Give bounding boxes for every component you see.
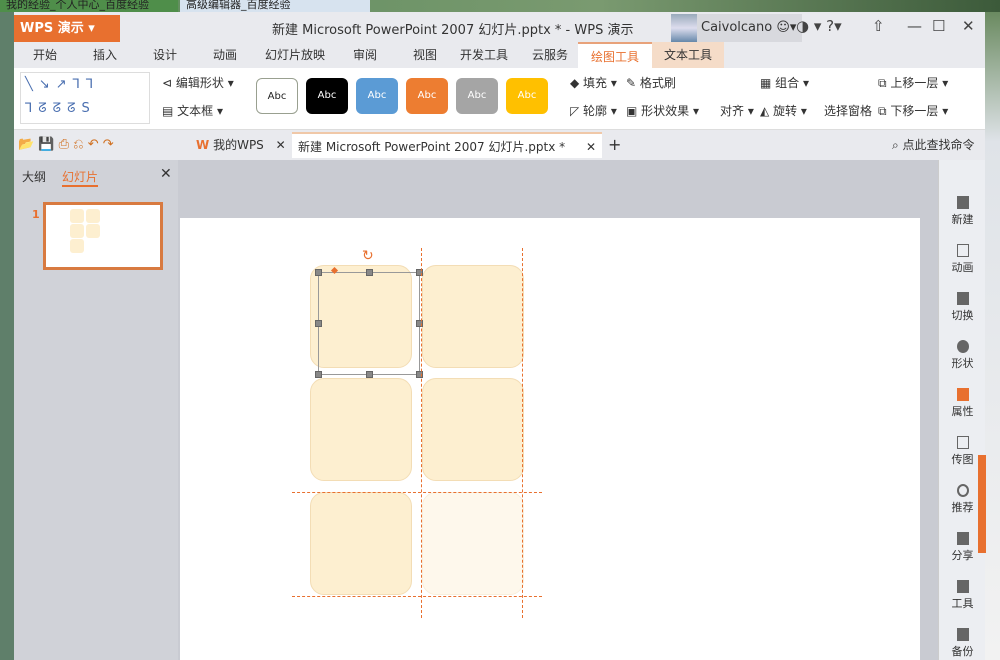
search-command[interactable]: ⌕ 点此查找命令 [892, 132, 975, 158]
tab-document[interactable]: 新建 Microsoft PowerPoint 2007 幻灯片.pptx * ✕ [292, 132, 602, 158]
edit-shape-button[interactable]: ⊲ 编辑形状 ▾ [162, 74, 234, 91]
users-icon [956, 532, 969, 545]
close-panel-icon[interactable]: ✕ [160, 166, 172, 182]
backup-icon [956, 628, 969, 641]
maximize-button[interactable]: ☐ [932, 17, 945, 35]
connector-gallery[interactable]: ╲↘↗⅂⅂ ⅂ᘔᘔᘔS [20, 72, 150, 124]
style-black[interactable]: Abc [306, 78, 348, 114]
image-icon [956, 436, 969, 449]
tab-view[interactable]: 视图 [400, 42, 450, 68]
slides-panel: 大纲 幻灯片 ✕ 1 [14, 160, 178, 660]
sidebar-item-new[interactable]: 新建 [939, 196, 986, 227]
close-button[interactable]: ✕ [962, 17, 975, 35]
selection-box [318, 272, 420, 375]
shapes-icon [956, 340, 969, 353]
app-name: WPS 演示 [20, 21, 84, 36]
sidebar-item-tools[interactable]: 工具 [939, 580, 986, 611]
rotate-button[interactable]: ◭ 旋转 ▾ [760, 102, 807, 119]
slide-thumbnail[interactable] [43, 202, 163, 270]
tab-my-wps[interactable]: W 我的WPS ✕ [196, 132, 288, 158]
rounded-rect-shape-ghost[interactable] [422, 492, 524, 595]
align-button[interactable]: 对齐 ▾ [720, 102, 754, 119]
fill-button[interactable]: ◆ 填充 ▾ [570, 74, 617, 91]
style-blue[interactable]: Abc [356, 78, 398, 114]
group-button[interactable]: ▦ 组合 ▾ [760, 74, 809, 91]
tab-review[interactable]: 审阅 [340, 42, 390, 68]
textbox-button[interactable]: ▤ 文本框 ▾ [162, 102, 223, 119]
tab-drawing-tools[interactable]: 绘图工具 [578, 42, 652, 68]
tab-start[interactable]: 开始 [20, 42, 70, 68]
badge-icon [956, 484, 969, 497]
outline-button[interactable]: ◸ 轮廓 ▾ [570, 102, 617, 119]
bring-forward-button[interactable]: ⧉ 上移一层 ▾ [878, 74, 948, 91]
rounded-rect-shape[interactable] [310, 492, 412, 595]
slide-number: 1 [32, 208, 40, 221]
title-bar: WPS 演示 ▾ 新建 Microsoft PowerPoint 2007 幻灯… [14, 12, 985, 42]
tab-developer[interactable]: 开发工具 [454, 42, 514, 68]
user-name: Caivolcano [701, 20, 773, 35]
animation-icon [956, 244, 969, 257]
style-gray[interactable]: Abc [456, 78, 498, 114]
user-account[interactable]: Caivolcano ☺▾ [671, 14, 803, 42]
resize-handle[interactable] [315, 371, 322, 378]
tab-animation[interactable]: 动画 [200, 42, 250, 68]
resize-handle[interactable] [315, 320, 322, 327]
avatar [671, 14, 697, 42]
shape-effects-button[interactable]: ▣ 形状效果 ▾ [626, 102, 699, 119]
editing-area: ↻ [178, 160, 938, 660]
style-white[interactable]: Abc [256, 78, 298, 114]
minimize-button[interactable]: — [907, 17, 922, 35]
ribbon: ╲↘↗⅂⅂ ⅂ᘔᘔᘔS ⊲ 编辑形状 ▾ ▤ 文本框 ▾ Abc Abc Abc … [14, 68, 985, 130]
ribbon-tabs: 开始 插入 设计 动画 幻灯片放映 审阅 视图 开发工具 云服务 绘图工具 文本… [14, 42, 985, 68]
resize-handle[interactable] [366, 269, 373, 276]
skin-icon[interactable]: ◑ ▾ ?▾ [796, 17, 842, 35]
rounded-rect-shape[interactable] [422, 265, 524, 368]
smart-guide-line [522, 248, 523, 618]
browser-tab[interactable]: 我的经验_个人中心_百度经验 [0, 0, 178, 12]
wps-menu-button[interactable]: WPS 演示 ▾ [14, 15, 120, 42]
pin-icon[interactable]: ⇧ [872, 17, 885, 35]
quick-access-toolbar[interactable]: 📂 💾 ⎙ ⎌ ↶ ↷ [18, 132, 114, 158]
tab-slides[interactable]: 幻灯片 [62, 168, 99, 187]
sidebar-collapse-handle[interactable] [978, 455, 986, 553]
document-tabs: 📂 💾 ⎙ ⎌ ↶ ↷ W 我的WPS ✕ 新建 Microsoft Power… [14, 132, 985, 158]
wps-window: WPS 演示 ▾ 新建 Microsoft PowerPoint 2007 幻灯… [14, 12, 985, 660]
resize-handle[interactable] [366, 371, 373, 378]
sidebar-item-transition[interactable]: 切换 [939, 292, 986, 323]
sidebar-item-shapes[interactable]: 形状 [939, 340, 986, 371]
rounded-rect-shape[interactable] [422, 378, 524, 481]
smart-guide-line [292, 596, 542, 597]
browser-tab[interactable]: 高级编辑器_百度经验 [180, 0, 370, 12]
sidebar-item-backup[interactable]: 备份 [939, 628, 986, 659]
style-yellow[interactable]: Abc [506, 78, 548, 114]
background-window [985, 12, 1000, 660]
smart-guide-line [421, 248, 422, 618]
send-backward-button[interactable]: ⧉ 下移一层 ▾ [878, 102, 948, 119]
tab-slideshow[interactable]: 幻灯片放映 [260, 42, 330, 68]
format-painter-button[interactable]: ✎ 格式刷 [626, 74, 676, 91]
tab-cloud[interactable]: 云服务 [522, 42, 578, 68]
tab-outline[interactable]: 大纲 [22, 168, 46, 185]
window-title: 新建 Microsoft PowerPoint 2007 幻灯片.pptx * … [272, 23, 634, 38]
selection-pane-button[interactable]: 选择窗格 [824, 102, 872, 119]
tab-design[interactable]: 设计 [140, 42, 190, 68]
tab-text-tools[interactable]: 文本工具 [652, 42, 724, 68]
properties-icon [956, 388, 969, 401]
rounded-rect-shape[interactable] [310, 378, 412, 481]
tab-insert[interactable]: 插入 [80, 42, 130, 68]
resize-handle[interactable] [315, 269, 322, 276]
transition-icon [956, 292, 969, 305]
style-orange[interactable]: Abc [406, 78, 448, 114]
new-file-icon [956, 196, 969, 209]
rotate-handle-icon[interactable]: ↻ [362, 248, 374, 264]
smart-guide-line [292, 492, 542, 493]
sidebar-item-animation[interactable]: 动画 [939, 244, 986, 275]
slide-canvas[interactable]: ↻ [180, 218, 920, 660]
right-sidebar: 新建 动画 切换 形状 属性 传图 推荐 分享 工具 备份 [938, 160, 985, 660]
sidebar-item-properties[interactable]: 属性 [939, 388, 986, 419]
toolbox-icon [956, 580, 969, 593]
browser-tab-strip: 我的经验_个人中心_百度经验 高级编辑器_百度经验 [0, 0, 1000, 12]
new-tab-button[interactable]: + [608, 132, 621, 158]
